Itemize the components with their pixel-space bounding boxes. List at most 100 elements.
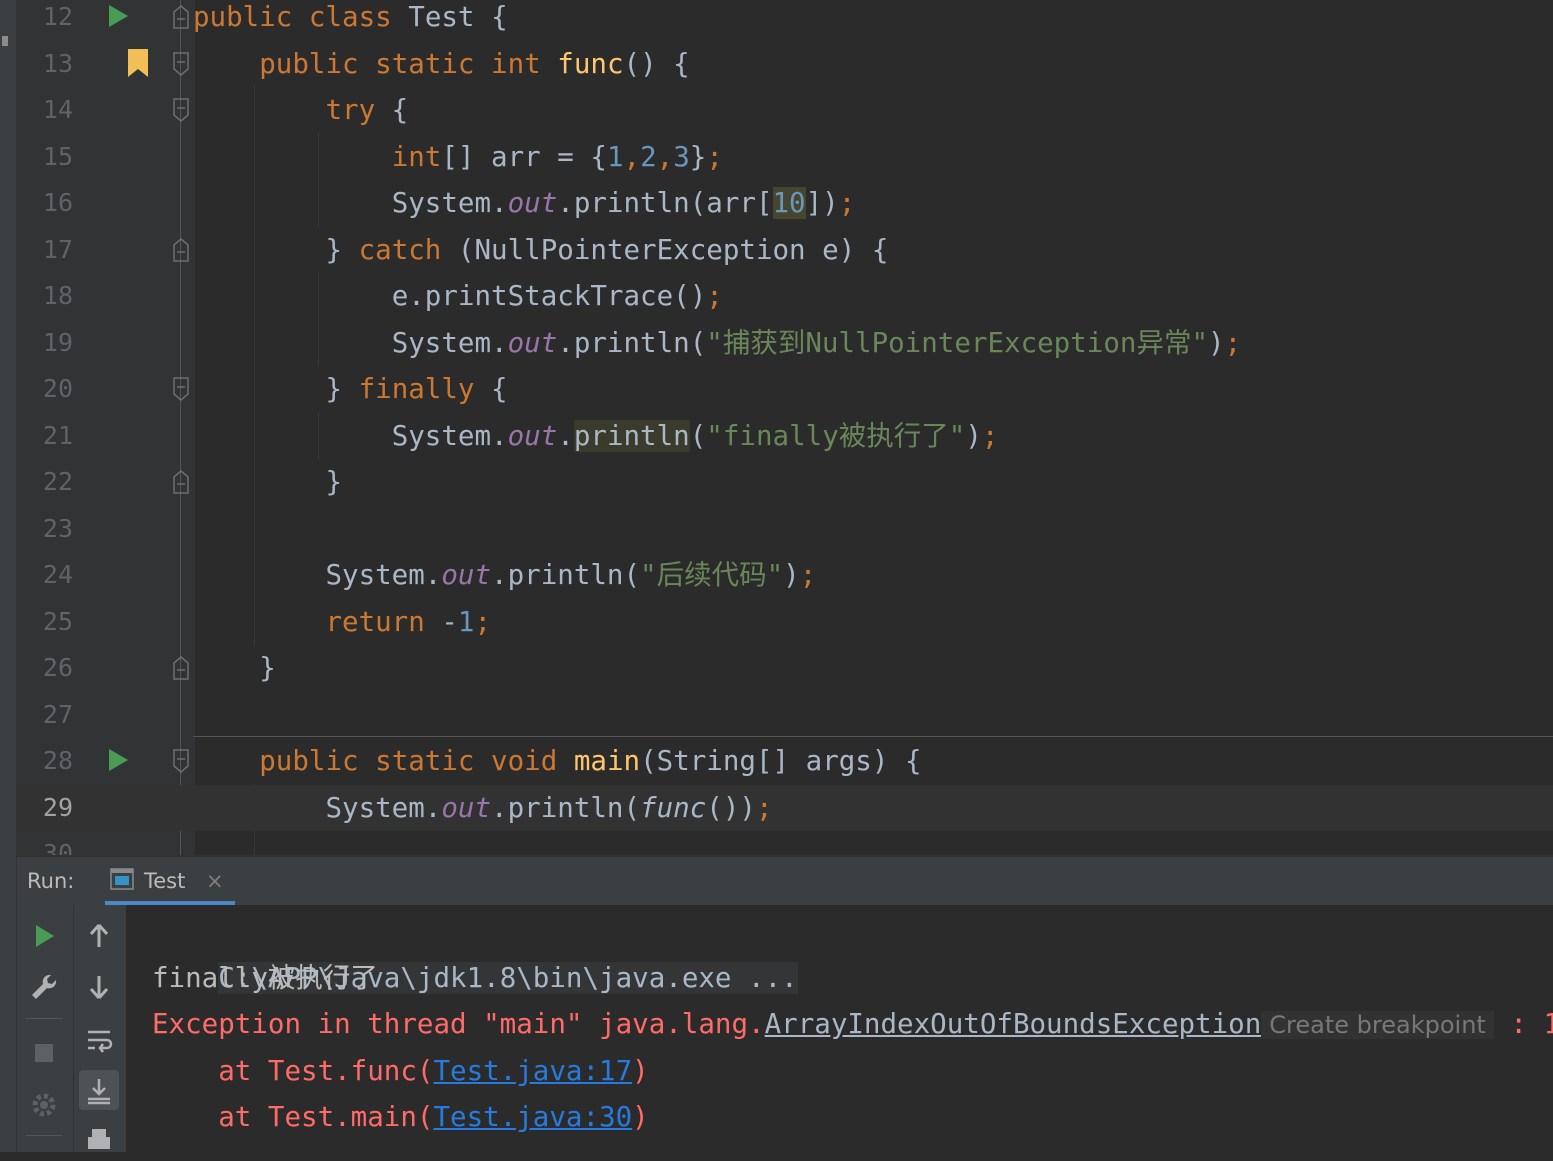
line-number: 16	[42, 188, 73, 217]
code-text: }	[259, 652, 276, 684]
code-text: public static void main(String[] args) {	[259, 745, 922, 777]
code-text: System.out.println("捕获到NullPointerExcept…	[391, 326, 1242, 359]
line-number: 23	[42, 513, 73, 543]
code-line: 15 int[] arr = {1,2,3};	[17, 134, 1553, 181]
line-number: 12	[42, 2, 73, 31]
code-text: System.out.println(func());	[325, 791, 773, 824]
up-arrow-icon	[89, 924, 109, 947]
scroll-to-end-icon	[88, 1079, 110, 1105]
code-line: 23	[17, 506, 1553, 553]
fold-icon[interactable]	[171, 376, 191, 402]
edit-configuration-button[interactable]	[24, 967, 64, 1007]
settings-button[interactable]	[24, 1085, 64, 1125]
code-text: }	[325, 466, 343, 498]
run-tool-window-header: Run: Test ×	[17, 857, 1553, 905]
create-breakpoint-hint[interactable]: Create breakpoint	[1261, 1011, 1494, 1039]
code-line: 18 e.printStackTrace();	[17, 273, 1553, 320]
run-tab-test[interactable]: Test ×	[108, 857, 234, 905]
stop-button[interactable]	[24, 1033, 64, 1073]
code-line: 28 public static void main(String[] args…	[17, 738, 1553, 785]
source-link[interactable]: Test.java:30	[433, 1101, 632, 1133]
line-number: 17	[42, 234, 73, 264]
line-number: 20	[42, 374, 73, 403]
stop-icon	[35, 1044, 53, 1062]
code-text: public class Test {	[193, 1, 508, 33]
code-editor[interactable]: 12 public class Test { 13 public static …	[17, 0, 1553, 855]
line-number: 14	[42, 95, 73, 124]
stack-frame: at Test.func(Test.java:17)	[152, 1054, 649, 1087]
code-text: public static int func() {	[259, 47, 690, 80]
run-gutter-icon[interactable]	[109, 5, 128, 27]
line-number: 22	[42, 467, 73, 496]
code-line: 27	[17, 692, 1553, 739]
down-stack-trace-button[interactable]	[79, 967, 119, 1007]
bookmark-icon[interactable]	[128, 48, 148, 77]
line-number: 25	[42, 606, 73, 636]
down-arrow-icon	[89, 976, 109, 999]
code-text: int[] arr = {1,2,3};	[391, 140, 723, 173]
code-line: 30	[17, 831, 1553, 855]
fold-icon[interactable]	[171, 4, 191, 30]
console-window-icon	[110, 868, 134, 890]
run-gutter-icon[interactable]	[109, 749, 128, 771]
fold-icon[interactable]	[171, 51, 191, 77]
fold-icon[interactable]	[171, 655, 191, 681]
up-stack-trace-button[interactable]	[79, 916, 119, 956]
stack-frame: at Test.main(Test.java:30)	[152, 1101, 649, 1133]
fold-icon[interactable]	[171, 97, 191, 123]
code-line: 22 }	[17, 459, 1553, 506]
print-button[interactable]	[79, 1121, 119, 1161]
run-tab-label: Test	[144, 869, 186, 893]
fold-icon[interactable]	[171, 748, 191, 774]
toolbar-divider	[26, 1135, 62, 1136]
toolbar-divider	[26, 1018, 62, 1019]
code-line-current: 29 System.out.println(func());	[17, 784, 1553, 831]
print-icon	[88, 1129, 110, 1149]
line-number: 30	[42, 839, 73, 855]
code-line: 16 System.out.println(arr[10]);	[17, 180, 1553, 227]
commit-tab-marker[interactable]	[2, 36, 8, 46]
play-icon	[36, 925, 54, 947]
code-line: 12 public class Test {	[17, 0, 1553, 41]
scroll-to-end-button[interactable]	[79, 1070, 119, 1110]
close-icon[interactable]: ×	[206, 857, 224, 905]
code-line: 20 } finally {	[17, 366, 1553, 413]
line-number: 24	[42, 560, 73, 589]
run-label: Run:	[27, 869, 75, 893]
rerun-button[interactable]	[24, 916, 64, 956]
code-line: 14 try {	[17, 87, 1553, 134]
settings-icon	[32, 1093, 56, 1117]
code-text: return -1;	[325, 605, 492, 638]
code-text: try {	[325, 94, 409, 126]
line-number: 21	[42, 420, 73, 450]
code-text: System.out.println("finally被执行了");	[391, 419, 999, 452]
code-line: 19 System.out.println("捕获到NullPointerExc…	[17, 320, 1553, 367]
line-number: 19	[42, 327, 73, 357]
code-text: } catch (NullPointerException e) {	[325, 233, 889, 266]
console-line: Exception in thread "main" java.lang.Arr…	[152, 1001, 1553, 1049]
line-number: 13	[42, 48, 73, 78]
code-text: e.printStackTrace();	[391, 280, 723, 312]
code-line: 26 }	[17, 645, 1553, 692]
wrench-icon	[32, 974, 57, 999]
fold-icon[interactable]	[171, 237, 191, 263]
code-line: 24 System.out.println("后续代码");	[17, 552, 1553, 599]
line-number: 27	[42, 699, 73, 729]
line-number: 26	[42, 653, 73, 682]
exception-class-link[interactable]: ArrayIndexOutOfBoundsException	[765, 1008, 1262, 1040]
run-toolbar-right	[73, 905, 126, 1152]
code-text: System.out.println("后续代码");	[325, 559, 817, 591]
code-line: 21 System.out.println("finally被执行了");	[17, 413, 1553, 460]
console-line: finally被执行了	[152, 961, 378, 994]
line-number: 15	[42, 141, 73, 171]
source-link[interactable]: Test.java:17	[433, 1055, 632, 1087]
run-toolbar-left	[17, 905, 73, 1152]
exception-suffix: : 10	[1510, 1008, 1553, 1040]
soft-wrap-icon	[88, 1030, 113, 1053]
console-output[interactable]: C:\APP\Java\jdk1.8\bin\java.exe ... fina…	[126, 905, 1553, 1152]
fold-icon[interactable]	[171, 469, 191, 495]
soft-wrap-button[interactable]	[79, 1020, 119, 1060]
exception-prefix: Exception in thread "main" java.lang.	[152, 1008, 765, 1040]
code-line: 17 } catch (NullPointerException e) {	[17, 227, 1553, 274]
line-number: 18	[42, 281, 73, 310]
